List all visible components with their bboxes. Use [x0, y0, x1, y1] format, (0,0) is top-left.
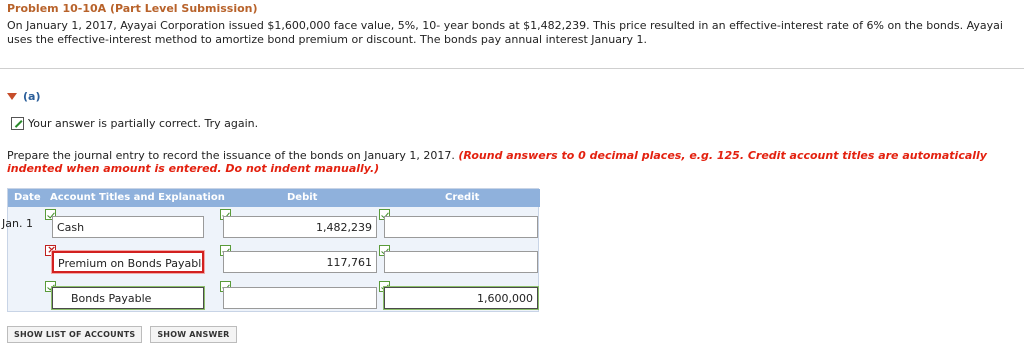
feedback: Your answer is partially correct. Try ag…	[11, 117, 258, 130]
account-field[interactable]: Bonds Payable	[52, 287, 204, 309]
problem-title: Problem 10-10A (Part Level Submission)	[7, 2, 258, 15]
instruction: Prepare the journal entry to record the …	[7, 149, 1007, 175]
header-date: Date	[14, 192, 41, 203]
part-label: (a)	[23, 90, 41, 103]
account-field-incorrect[interactable]: Premium on Bonds Payable	[52, 251, 204, 273]
credit-field[interactable]	[384, 251, 538, 273]
action-bar: SHOW LIST OF ACCOUNTS SHOW ANSWER	[7, 326, 237, 343]
problem-text: On January 1, 2017, Ayayai Corporation i…	[7, 19, 1003, 46]
debit-field[interactable]: 117,761	[223, 251, 377, 273]
partial-correct-icon	[11, 117, 24, 130]
part-a-toggle[interactable]: (a)	[7, 90, 40, 103]
show-list-of-accounts-button[interactable]: SHOW LIST OF ACCOUNTS	[7, 326, 143, 343]
credit-field[interactable]	[384, 216, 538, 238]
header-debit: Debit	[287, 192, 318, 203]
caret-down-icon	[7, 93, 17, 100]
show-answer-button[interactable]: SHOW ANSWER	[150, 326, 237, 343]
header-account: Account Titles and Explanation	[50, 192, 225, 203]
problem-box: Problem 10-10A (Part Level Submission) O…	[0, 0, 1024, 69]
entry-date: Jan. 1	[2, 217, 33, 230]
debit-field[interactable]	[223, 287, 377, 309]
account-field[interactable]: Cash	[52, 216, 204, 238]
feedback-text: Your answer is partially correct. Try ag…	[28, 117, 259, 130]
credit-field[interactable]: 1,600,000	[384, 287, 538, 309]
journal-header: Date Account Titles and Explanation Debi…	[8, 189, 540, 207]
debit-field[interactable]: 1,482,239	[223, 216, 377, 238]
instruction-text: Prepare the journal entry to record the …	[7, 149, 455, 162]
header-credit: Credit	[445, 192, 480, 203]
